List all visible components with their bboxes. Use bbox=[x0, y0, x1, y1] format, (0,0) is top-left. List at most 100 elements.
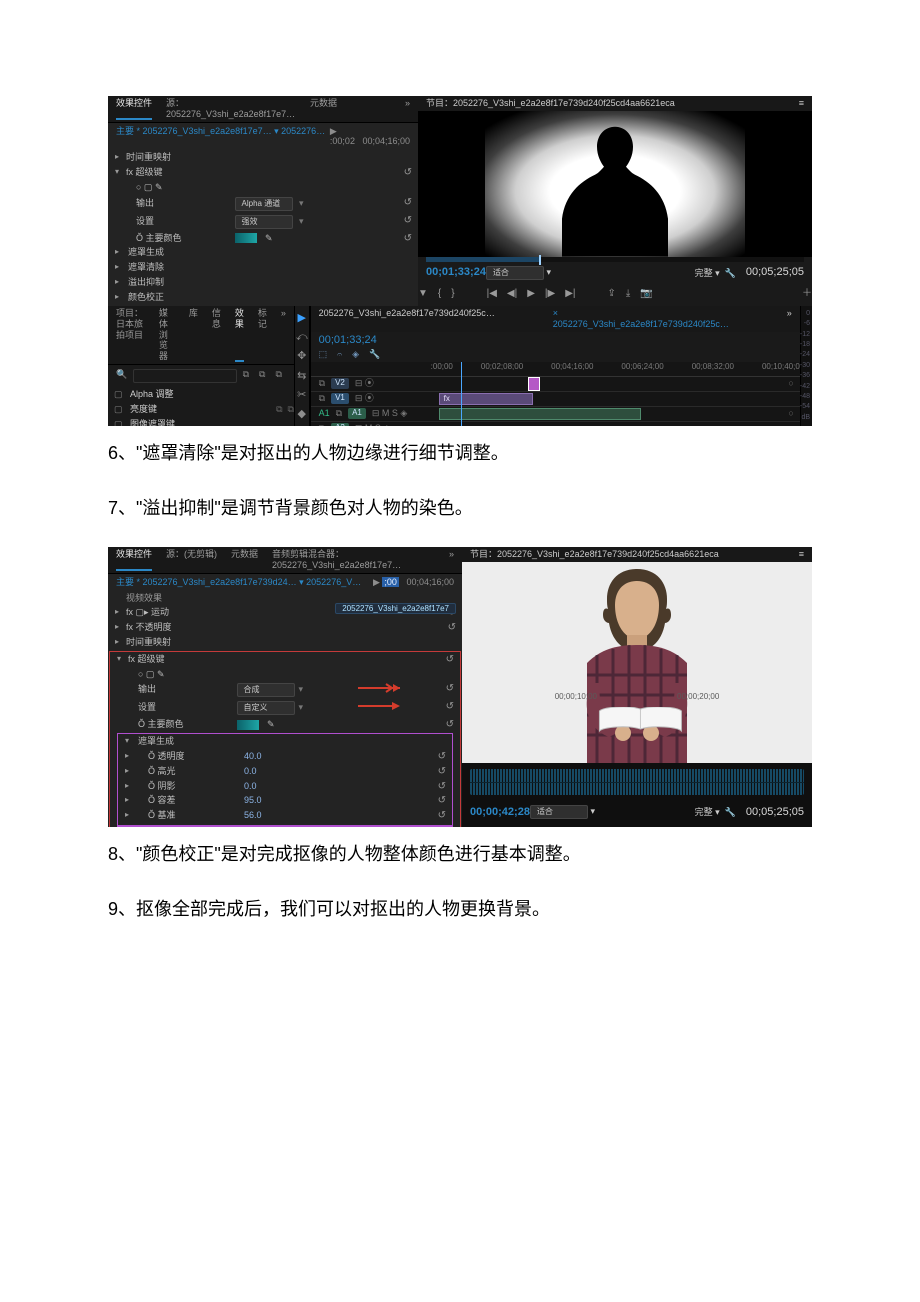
tab-overflow[interactable]: » bbox=[449, 549, 454, 571]
mask-shapes[interactable]: ○ ▢ ✎ bbox=[110, 667, 460, 682]
reset-icon[interactable]: ↺ bbox=[404, 215, 412, 227]
export-frame-icon[interactable]: 📷 bbox=[640, 288, 652, 300]
panel-menu-icon[interactable]: ≡ bbox=[799, 98, 804, 109]
track-v1[interactable]: ⧉V1⊟ ⦿ fx 2052276_V3shi_e2a2e8f17e739d24 bbox=[311, 392, 800, 407]
panel-menu-icon[interactable]: ≡ bbox=[799, 549, 804, 560]
row-transparency[interactable]: Ŏ 透明度40.0↺ bbox=[118, 749, 452, 764]
tab-source[interactable]: 源：2052276_V3shi_e2a2e8f17e739d240f25cd4a… bbox=[166, 98, 296, 120]
eyedropper-icon[interactable]: ✎ bbox=[265, 233, 273, 243]
tab-effect-controls[interactable]: 效果控件 bbox=[116, 549, 152, 571]
row-shadow[interactable]: Ŏ 阴影0.0↺ bbox=[118, 779, 452, 794]
row-output[interactable]: 输出 合成▾ ↺ bbox=[110, 681, 460, 699]
out-icon[interactable]: } bbox=[451, 288, 454, 300]
snap-icon[interactable]: ⬚ bbox=[319, 349, 328, 360]
tab-source-none[interactable]: 源：(无剪辑) bbox=[166, 549, 217, 571]
row-spill[interactable]: 溢出抑制 bbox=[108, 275, 418, 290]
settings-select[interactable]: 自定义 bbox=[237, 701, 295, 715]
row-time-remap[interactable]: 时间重映射 bbox=[108, 635, 462, 650]
row-key-color[interactable]: Ŏ 主要颜色 ✎ ↺ bbox=[108, 231, 418, 246]
row-tolerance[interactable]: Ŏ 容差95.0↺ bbox=[118, 793, 452, 808]
marker-icon[interactable]: ◈ bbox=[352, 349, 359, 360]
wrench-icon[interactable]: 🔧 bbox=[369, 349, 380, 360]
program-waveform[interactable] bbox=[470, 769, 804, 795]
track-a2[interactable]: ⧉A2⊟ M S ◈ bbox=[311, 422, 800, 426]
row-matte-clean[interactable]: 遮罩清除 bbox=[108, 260, 418, 275]
bin-luma-key[interactable]: 亮度键⧉ ⧉ bbox=[108, 402, 294, 417]
tab-markers[interactable]: 标记 bbox=[258, 308, 267, 362]
tab-metadata[interactable]: 元数据 bbox=[231, 549, 258, 571]
selection-tool-icon[interactable]: ▶ bbox=[298, 312, 306, 325]
program-canvas[interactable]: 00;00;10;00 00;00;20;00 bbox=[462, 562, 812, 763]
timeline-body[interactable]: :00;00 00;02;08;00 00;04;16;00 00;06;24;… bbox=[311, 362, 800, 426]
row-color-correct[interactable]: 颜色校正 bbox=[108, 290, 418, 305]
preset-icon-3[interactable]: ⧉ bbox=[275, 369, 281, 383]
tab-effect-controls[interactable]: 效果控件 bbox=[116, 98, 152, 120]
row-opacity[interactable]: fx 不透明度↺ bbox=[108, 620, 462, 635]
tab-overflow[interactable]: » bbox=[405, 98, 410, 120]
reset-icon[interactable]: ↺ bbox=[404, 167, 412, 179]
tab-info[interactable]: 信息 bbox=[212, 308, 221, 362]
track-v2[interactable]: ⧉V2⊟ ⦿ ○ bbox=[311, 377, 800, 392]
timeline-tab-2[interactable]: × 2052276_V3shi_e2a2e8f17e739d240f25cd4a… bbox=[553, 308, 733, 330]
track-select-tool-icon[interactable]: ⤺ bbox=[296, 331, 308, 344]
tab-effects[interactable]: 效果 bbox=[235, 308, 244, 362]
tab-libraries[interactable]: 库 bbox=[189, 308, 198, 362]
key-color-swatch[interactable] bbox=[235, 233, 257, 243]
link-icon[interactable]: 𝄐 bbox=[337, 349, 342, 360]
search-input[interactable] bbox=[133, 369, 236, 383]
step-back-icon[interactable]: ◀| bbox=[507, 288, 517, 300]
clip-breadcrumb[interactable]: 主要 * 2052276_V3shi_e2a2e8f17e7… ▾ 205227… bbox=[116, 126, 330, 148]
row-ultrakey[interactable]: fx 超级键↺ bbox=[110, 652, 460, 667]
row-output[interactable]: 输出 Alpha 通道 ▾ ↺ bbox=[108, 195, 418, 213]
settings-select[interactable]: 强效 bbox=[235, 215, 293, 229]
res-select[interactable]: 完整 bbox=[695, 268, 713, 278]
in-icon[interactable]: { bbox=[438, 288, 441, 300]
row-highlight[interactable]: Ŏ 高光0.0↺ bbox=[118, 764, 452, 779]
bin-alpha-adjust[interactable]: Alpha 调整 bbox=[108, 387, 294, 402]
play-icon[interactable]: ▶ bbox=[527, 288, 535, 300]
preset-icon-2[interactable]: ⧉ bbox=[259, 369, 265, 383]
tab-project[interactable]: 项目：日本旅拍项目 bbox=[116, 308, 145, 362]
row-matte-gen[interactable]: 遮罩生成 bbox=[108, 245, 418, 260]
output-select[interactable]: 合成 bbox=[237, 683, 295, 697]
pen-tool-icon[interactable]: ◆ bbox=[298, 408, 306, 421]
extract-icon[interactable]: ⤓ bbox=[626, 288, 630, 300]
goto-out-icon[interactable]: ▶| bbox=[565, 288, 575, 300]
search-icon[interactable]: 🔍 bbox=[116, 369, 127, 383]
lift-icon[interactable]: ⇪ bbox=[607, 288, 615, 300]
rate-tool-icon[interactable]: ⇆ bbox=[297, 370, 306, 383]
output-select[interactable]: Alpha 通道 bbox=[235, 197, 293, 211]
tab-media-browser[interactable]: 媒体浏览器 bbox=[159, 308, 175, 362]
tab-audio-mixer[interactable]: 音频剪辑混合器：2052276_V3shi_e2a2e8f17e739d240f… bbox=[272, 549, 402, 571]
res-select[interactable]: 完整 bbox=[695, 807, 713, 817]
row-pedestal[interactable]: Ŏ 基准56.0↺ bbox=[118, 808, 452, 823]
row-matte-gen[interactable]: 遮罩生成 bbox=[118, 734, 452, 749]
program-canvas[interactable] bbox=[418, 111, 812, 257]
reset-icon[interactable]: ↺ bbox=[404, 197, 412, 209]
ripple-tool-icon[interactable]: ✥ bbox=[297, 350, 306, 363]
row-settings[interactable]: 设置 自定义▾ ↺ bbox=[110, 699, 460, 717]
row-settings[interactable]: 设置 强效 ▾ ↺ bbox=[108, 213, 418, 231]
selected-clip[interactable] bbox=[529, 378, 539, 390]
reset-icon[interactable]: ↺ bbox=[404, 233, 412, 245]
clip-a1[interactable] bbox=[439, 408, 641, 420]
eyedropper-icon[interactable]: ✎ bbox=[267, 719, 275, 729]
track-a1[interactable]: A1⧉A1⊟ M S ◈ ○ bbox=[311, 407, 800, 422]
row-ultrakey[interactable]: fx 超级键 ↺ bbox=[108, 165, 418, 180]
zoom-select[interactable]: 适合 bbox=[530, 805, 588, 819]
button-editor-icon[interactable]: ＋ bbox=[802, 288, 812, 300]
step-fwd-icon[interactable]: |▶ bbox=[545, 288, 555, 300]
goto-in-icon[interactable]: |◀ bbox=[487, 288, 497, 300]
clip-v1[interactable]: fx 2052276_V3shi_e2a2e8f17e739d24 bbox=[439, 393, 533, 405]
tab-overflow[interactable]: » bbox=[787, 308, 792, 330]
bin-image-matte[interactable]: 图像遮罩键 bbox=[108, 417, 294, 426]
zoom-select[interactable]: 适合 bbox=[486, 266, 544, 280]
marker-icon[interactable]: ▼ bbox=[418, 288, 428, 300]
timeline-tab-1[interactable]: 2052276_V3shi_e2a2e8f17e739d240f25cd4aa6… bbox=[319, 308, 499, 330]
clip-breadcrumb[interactable]: 主要 * 2052276_V3shi_e2a2e8f17e739d24… ▾ 2… bbox=[116, 577, 366, 588]
tab-overflow[interactable]: » bbox=[281, 308, 286, 362]
razor-tool-icon[interactable]: ✂ bbox=[297, 389, 306, 402]
tab-metadata[interactable]: 元数据 bbox=[310, 98, 337, 120]
preset-icon-1[interactable]: ⧉ bbox=[243, 369, 249, 383]
row-time-remap[interactable]: 时间重映射 bbox=[108, 150, 418, 165]
